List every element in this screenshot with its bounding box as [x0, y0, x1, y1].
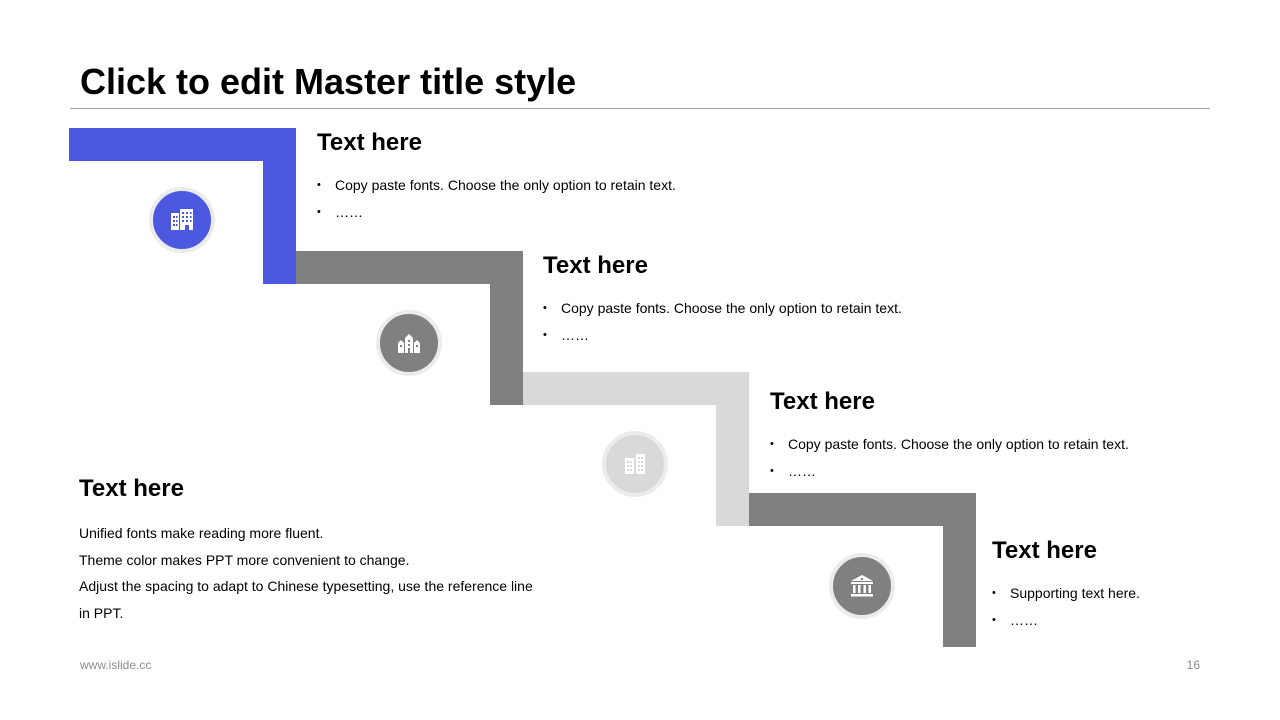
step-2-bullet-2[interactable]: ……: [543, 322, 902, 349]
slide-title[interactable]: Click to edit Master title style: [80, 60, 576, 104]
step-1-text: Text here Copy paste fonts. Choose the o…: [317, 128, 676, 226]
step-2-bullets: Copy paste fonts. Choose the only option…: [543, 295, 902, 349]
step-3-icon-circle: [602, 431, 668, 497]
step-1-bullet-2[interactable]: ……: [317, 199, 676, 226]
bank-icon: [851, 575, 873, 597]
summary-paragraph: Unified fonts make reading more fluent. …: [79, 520, 559, 627]
step-3-bullets: Copy paste fonts. Choose the only option…: [770, 431, 1129, 485]
step-4-text: Text here Supporting text here. ……: [992, 536, 1140, 634]
stair-step-1-horizontal: [69, 128, 296, 161]
step-1-heading[interactable]: Text here: [317, 128, 676, 158]
summary-block: Text here Unified fonts make reading mor…: [79, 474, 559, 627]
stair-step-4-vertical: [943, 493, 976, 647]
step-4-icon-circle: [829, 553, 895, 619]
step-2-text: Text here Copy paste fonts. Choose the o…: [543, 251, 902, 349]
step-2-bullet-1[interactable]: Copy paste fonts. Choose the only option…: [543, 295, 902, 322]
stair-step-1-vertical: [263, 128, 296, 284]
city-buildings-icon: [398, 334, 420, 353]
page-number: 16: [1186, 658, 1200, 672]
summary-heading[interactable]: Text here: [79, 474, 559, 504]
step-2-heading[interactable]: Text here: [543, 251, 902, 281]
office-building-icon: [171, 209, 193, 230]
summary-line-2[interactable]: Theme color makes PPT more convenient to…: [79, 547, 559, 574]
step-1-bullet-1[interactable]: Copy paste fonts. Choose the only option…: [317, 172, 676, 199]
stair-step-2-horizontal: [296, 251, 523, 284]
step-2-icon-circle: [376, 310, 442, 376]
step-3-heading[interactable]: Text here: [770, 387, 1129, 417]
apartment-buildings-icon: [625, 454, 645, 474]
step-4-heading[interactable]: Text here: [992, 536, 1140, 566]
stair-step-2-vertical: [490, 251, 523, 405]
step-3-bullet-2[interactable]: ……: [770, 458, 1129, 485]
step-1-icon-circle: [149, 187, 215, 253]
step-4-bullet-2[interactable]: ……: [992, 607, 1140, 634]
step-3-bullet-1[interactable]: Copy paste fonts. Choose the only option…: [770, 431, 1129, 458]
title-divider: [70, 108, 1210, 109]
footer-url: www.islide.cc: [80, 658, 152, 672]
stair-step-4-horizontal: [749, 493, 976, 526]
stair-step-3-vertical: [716, 372, 749, 526]
step-4-bullet-1[interactable]: Supporting text here.: [992, 580, 1140, 607]
step-1-bullets: Copy paste fonts. Choose the only option…: [317, 172, 676, 226]
step-4-bullets: Supporting text here. ……: [992, 580, 1140, 634]
summary-line-1[interactable]: Unified fonts make reading more fluent.: [79, 520, 559, 547]
summary-line-3[interactable]: Adjust the spacing to adapt to Chinese t…: [79, 573, 559, 600]
step-3-text: Text here Copy paste fonts. Choose the o…: [770, 387, 1129, 485]
summary-line-4[interactable]: in PPT.: [79, 600, 559, 627]
